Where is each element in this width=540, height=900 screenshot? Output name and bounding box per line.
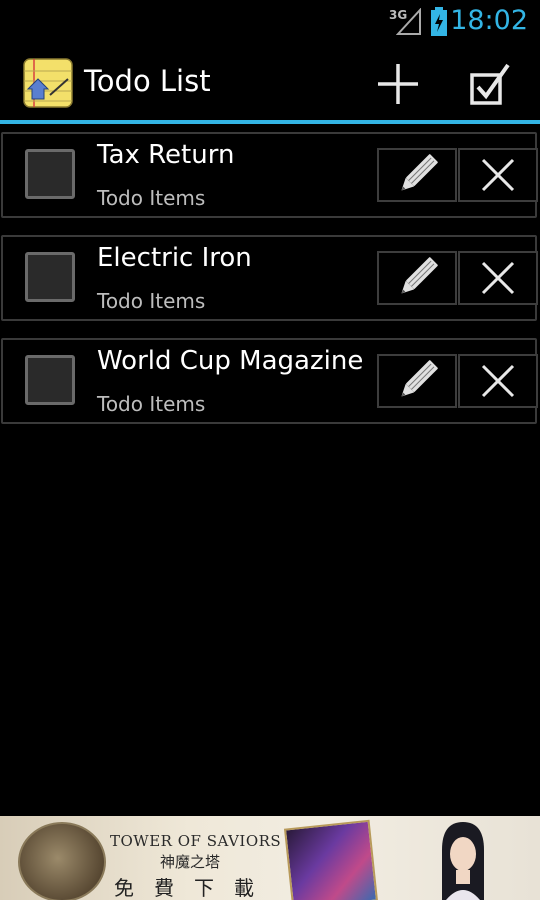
clock: 18:02 [450, 5, 528, 36]
delete-todo-button[interactable] [458, 148, 538, 202]
todo-row[interactable]: World Cup Magazine Todo Items [1, 338, 538, 424]
plus-icon [378, 64, 418, 104]
select-mode-button[interactable] [459, 52, 523, 116]
edit-todo-button[interactable] [377, 354, 457, 408]
todo-checkbox[interactable] [25, 355, 75, 405]
delete-todo-button[interactable] [458, 251, 538, 305]
game-emblem-image [18, 822, 106, 900]
pencil-icon [401, 154, 438, 191]
close-icon [481, 261, 515, 295]
ad-banner[interactable]: TOWER OF SAVIORS 神魔之塔 免費下載 [0, 816, 540, 900]
close-icon [481, 364, 515, 398]
pencil-icon [401, 257, 438, 294]
todo-row[interactable]: Tax Return Todo Items [1, 132, 538, 218]
ad-download-text: 免費下載 [114, 876, 274, 900]
close-icon [481, 158, 515, 192]
ad-title: TOWER OF SAVIORS [110, 832, 282, 850]
battery-charging-icon [431, 7, 447, 36]
notepad-app-icon[interactable] [22, 57, 74, 109]
action-bar-divider [0, 120, 540, 124]
todo-category: Todo Items [97, 186, 206, 210]
ad-subtitle: 神魔之塔 [160, 853, 221, 871]
todo-category: Todo Items [97, 289, 206, 313]
todo-row[interactable]: Electric Iron Todo Items [1, 235, 538, 321]
todo-checkbox[interactable] [25, 149, 75, 199]
todo-category: Todo Items [97, 392, 206, 416]
model-image [442, 822, 484, 900]
edit-todo-button[interactable] [377, 251, 457, 305]
checkbox-checked-icon [470, 63, 510, 105]
page-title: Todo List [84, 64, 211, 98]
todo-title: Tax Return [97, 140, 235, 170]
todo-title: Electric Iron [97, 243, 252, 273]
delete-todo-button[interactable] [458, 354, 538, 408]
pencil-icon [401, 360, 438, 397]
action-bar: Todo List [0, 44, 540, 120]
signal-icon [396, 8, 421, 35]
edit-todo-button[interactable] [377, 148, 457, 202]
game-card-image [283, 819, 379, 900]
todo-list: Tax Return Todo Items Electric Iron Todo… [0, 132, 540, 441]
status-bar: 3G 18:02 [0, 0, 540, 44]
todo-title: World Cup Magazine [97, 346, 364, 376]
todo-checkbox[interactable] [25, 252, 75, 302]
add-todo-button[interactable] [366, 52, 430, 116]
